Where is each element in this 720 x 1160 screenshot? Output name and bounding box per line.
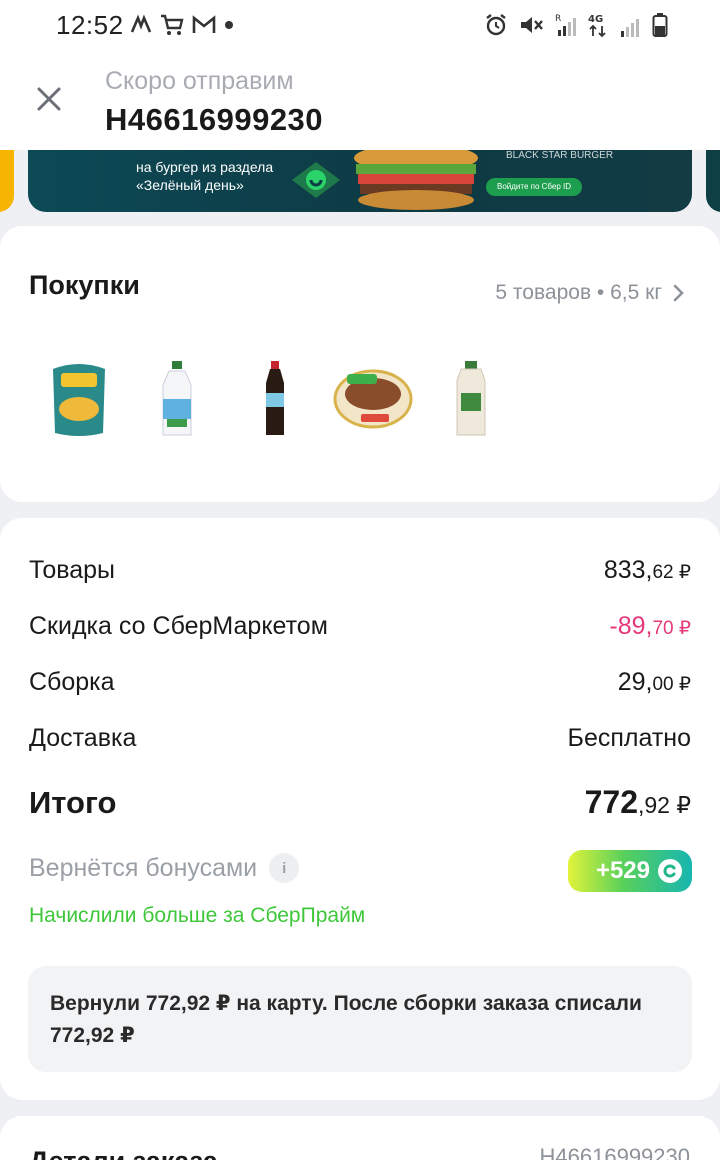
total-value-int: 772 [584,784,638,820]
product-item[interactable] [226,354,324,444]
close-icon [37,87,61,111]
promo-banner-next[interactable] [706,150,720,212]
status-bar: 12:52 R 4G [0,0,720,54]
product-item[interactable] [324,354,422,444]
total-value: 772,92 ₽ [585,784,691,821]
promo-line-1: на бургер из раздела [136,159,274,175]
discount-value: -89,70 ₽ [609,612,691,641]
details-title: Детали заказа [29,1146,218,1160]
pasta-product-image [53,364,105,436]
purchases-card: Покупки 5 товаров • 6,5 кг [0,226,720,502]
promo-banner[interactable]: на бургер из раздела «Зелёный день» BLAC… [28,150,692,212]
status-left-icons [130,14,234,36]
order-number: H46616999230 [105,102,324,137]
summary-card: Товары 833,62 ₽ Скидка со СберМаркетом -… [0,518,720,1100]
order-details-card: Детали заказа H46616999230 [0,1116,720,1160]
promo-brand: BLACK STAR BURGER [506,150,614,161]
signal-bars-icon [621,19,639,37]
svg-text:4G: 4G [588,14,603,25]
sber-bonus-icon [658,859,682,883]
delivery-value: Бесплатно [567,724,691,752]
product-thumbnails [30,354,520,444]
promo-banner-prev[interactable] [0,150,14,212]
cottage-cheese-product-image [333,369,413,429]
product-item[interactable] [30,354,128,444]
discount-value-int: -89, [609,612,653,640]
discount-value-frac: 70 ₽ [652,618,691,639]
refund-info-box: Вернули 772,92 ₽ на карту. После сборки … [28,966,692,1072]
assembly-value-frac: 00 ₽ [652,674,691,695]
cola-product-image [266,361,284,435]
purchases-summary-link[interactable]: 5 товаров • 6,5 кг [495,281,686,305]
purchases-meta: 5 товаров • 6,5 кг [495,281,662,304]
assembly-value: 29,00 ₽ [618,668,691,697]
total-row: Итого 772,92 ₽ [29,784,691,821]
discount-row: Скидка со СберМаркетом -89,70 ₽ [29,612,691,641]
sber-logo-icon [292,162,340,198]
discount-label: Скидка со СберМаркетом [29,612,328,640]
order-header: Скоро отправим H46616999230 [0,54,720,150]
dot-icon [225,21,233,29]
assembly-label: Сборка [29,668,115,696]
product-item[interactable] [128,354,226,444]
alarm-icon [486,14,506,36]
goods-label: Товары [29,556,115,584]
sberprime-note: Начислили больше за СберПрайм [29,904,366,927]
signal-icon: R [555,14,576,36]
status-right-icons: R 4G [484,12,668,38]
goods-value-int: 833, [603,556,653,584]
total-label: Итого [29,785,117,820]
assembly-value-int: 29, [617,668,653,696]
goods-value-frac: 62 ₽ [652,562,691,583]
svg-text:R: R [555,14,561,24]
battery-icon [652,13,668,37]
goods-row: Товары 833,62 ₽ [29,556,691,585]
promo-login-button[interactable]: Войдите по Сбер ID [486,178,582,196]
gmail-icon [192,15,216,33]
burger-image [354,150,478,210]
product-item[interactable] [422,354,520,444]
info-icon[interactable]: i [269,853,300,883]
mute-icon [521,17,543,33]
delivery-row: Доставка Бесплатно [29,724,691,753]
bonus-badge: +529 [568,850,692,892]
close-button[interactable] [34,84,64,114]
assembly-row: Сборка 29,00 ₽ [29,668,691,697]
total-value-frac: ,92 ₽ [638,792,691,818]
bonus-label: Вернётся бонусами [29,853,258,882]
refund-text: Вернули 772,92 ₽ на карту. После сборки … [50,992,642,1047]
cart-icon [161,14,184,35]
bonus-value: +529 [595,857,650,884]
order-status: Скоро отправим [105,67,294,95]
status-time: 12:52 [56,10,124,40]
promo-banner-text: на бургер из раздела «Зелёный день» [136,158,273,194]
milk-product-image [162,361,192,436]
goods-value: 833,62 ₽ [604,556,691,585]
promo-line-2: «Зелёный день» [136,177,244,193]
mail-app-icon [130,14,152,33]
4g-icon: 4G [588,14,606,38]
bonus-row: Вернётся бонусами i [29,853,300,883]
details-order-id: H46616999230 [539,1144,690,1160]
promo-carousel[interactable]: на бургер из раздела «Зелёный день» BLAC… [0,150,720,226]
delivery-label: Доставка [29,724,137,752]
kefir-product-image [456,361,486,436]
chevron-right-icon [673,284,684,302]
purchases-title: Покупки [29,270,140,300]
